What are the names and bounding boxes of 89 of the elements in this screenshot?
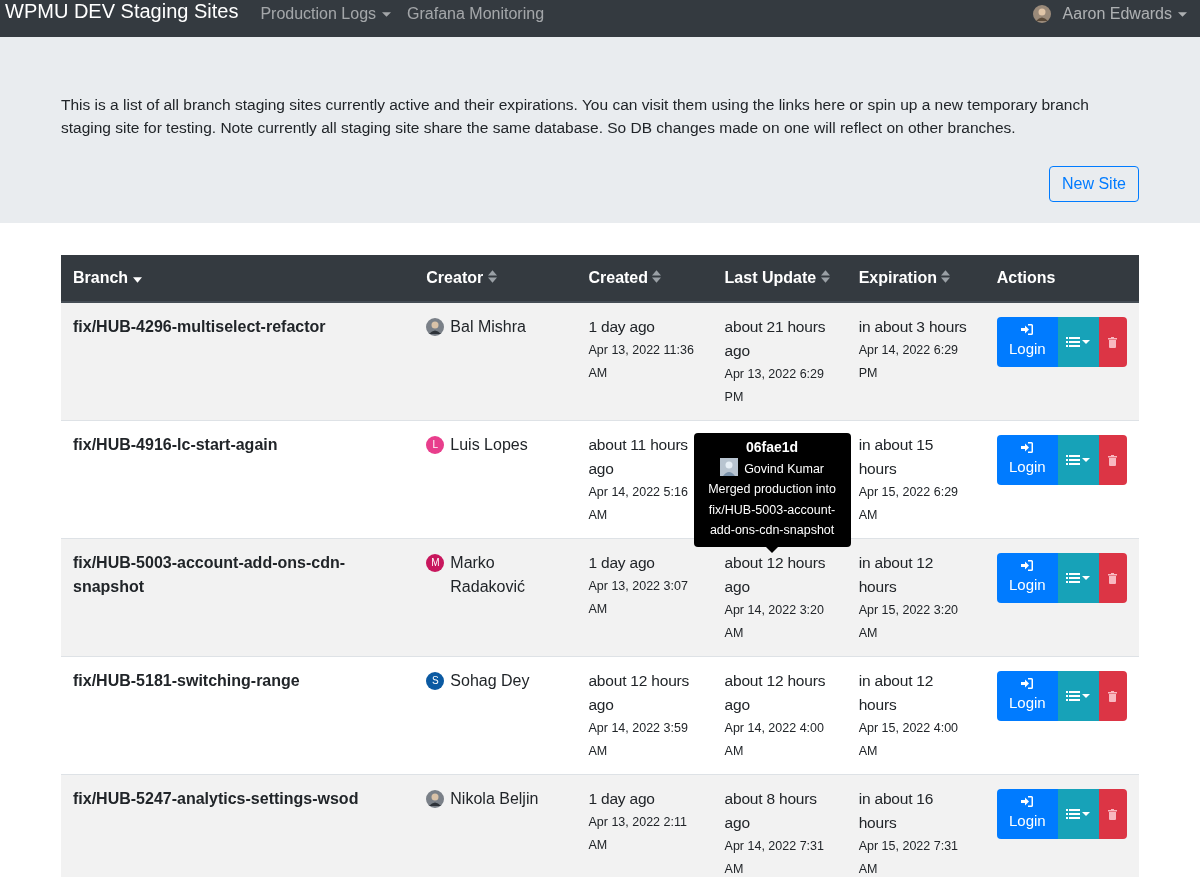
branch-name[interactable]: fix/HUB-5181-switching-range xyxy=(73,669,403,693)
column-header[interactable]: Creator xyxy=(414,255,577,302)
commit-hash: 06fae1d xyxy=(745,438,800,457)
created-date: Apr 14, 2022 5:16 AM xyxy=(588,484,689,524)
brand-title[interactable]: WPMU DEV Staging Sites xyxy=(5,0,239,23)
commit-author: Govind Kumar xyxy=(744,461,825,476)
menu-dropdown-button[interactable] xyxy=(1057,317,1099,367)
list-caret-icon xyxy=(1066,337,1091,347)
updated-date: Apr 14, 2022 3:20 AM xyxy=(724,602,825,642)
branch-name[interactable]: fix/HUB-5247-analytics-settings-wsod xyxy=(73,787,403,811)
created-date: Apr 13, 2022 3:07 AM xyxy=(588,578,689,618)
creator-name: Sohag Dey xyxy=(450,671,530,691)
login-button[interactable]: Login xyxy=(996,671,1058,721)
created-date: Apr 14, 2022 3:59 AM xyxy=(588,720,689,760)
intro-text: This is a list of all branch staging sites currently active and their expirations. You can visit them using the links here or spin up a new temporary branch staging site for testing. Note currently all staging site share the same database. So DB changes made on one will reflect on other branches. xyxy=(61,95,1090,138)
menu-dropdown-button[interactable] xyxy=(1057,553,1099,603)
updated-relative: about 8 hours ago xyxy=(724,789,818,833)
updated-relative: about 21 hours ago xyxy=(724,317,827,361)
menu-dropdown-button[interactable] xyxy=(1057,671,1099,721)
login-icon xyxy=(1021,795,1034,807)
trash-icon xyxy=(1108,454,1118,466)
menu-dropdown-button[interactable] xyxy=(1057,435,1099,485)
expiration-date: Apr 15, 2022 3:20 AM xyxy=(858,602,960,642)
avatar-icon xyxy=(720,457,739,476)
creator-name: Nikola Beljin xyxy=(450,789,539,809)
creator-name: Bal Mishra xyxy=(450,317,526,337)
login-icon xyxy=(1021,677,1034,689)
expiration-relative: in about 12 hours xyxy=(858,671,935,715)
avatar-icon xyxy=(426,790,445,808)
login-button[interactable]: Login xyxy=(996,789,1058,839)
login-icon xyxy=(1021,323,1034,335)
login-button[interactable]: Login xyxy=(996,553,1058,603)
trash-icon xyxy=(1108,336,1118,348)
creator-name: Marko Radaković xyxy=(450,553,526,597)
menu-dropdown-button[interactable] xyxy=(1057,789,1099,839)
expiration-date: Apr 14, 2022 6:29 PM xyxy=(858,342,960,382)
list-caret-icon xyxy=(1066,691,1091,701)
user-menu[interactable]: Aaron Edwards xyxy=(1032,5,1187,23)
login-button[interactable]: Login xyxy=(996,435,1058,485)
login-icon xyxy=(1021,441,1034,453)
updated-relative: about 12 hours ago xyxy=(724,553,827,597)
delete-button[interactable] xyxy=(1098,671,1127,721)
nav-link[interactable]: Grafana Monitoring xyxy=(407,5,545,23)
login-button[interactable]: Login xyxy=(996,317,1058,367)
list-caret-icon xyxy=(1066,573,1091,583)
updated-date: Apr 13, 2022 6:29 PM xyxy=(724,366,825,406)
avatar-letter: S xyxy=(426,672,445,690)
branch-name[interactable]: fix/HUB-4916-lc-start-again xyxy=(73,433,403,457)
updated-date: Apr 14, 2022 4:00 AM xyxy=(724,720,825,760)
trash-icon xyxy=(1108,572,1118,584)
created-date: Apr 13, 2022 11:36 AM xyxy=(588,342,695,382)
updated-relative: about 12 hours ago xyxy=(724,671,827,715)
list-caret-icon xyxy=(1066,809,1091,819)
trash-icon xyxy=(1108,808,1118,820)
created-date: Apr 13, 2022 2:11 AM xyxy=(588,814,688,854)
branch-name[interactable]: fix/HUB-5003-account-add-ons-cdn-snapshot xyxy=(73,551,403,599)
column-header[interactable]: Created xyxy=(576,255,713,302)
login-icon xyxy=(1021,559,1034,571)
delete-button[interactable] xyxy=(1098,789,1127,839)
commit-message: Merged production into fix/HUB-5003-account-add-ons-cdn-snapshot xyxy=(707,481,837,539)
column-header[interactable]: Last Update xyxy=(712,255,847,302)
column-header[interactable]: Expiration xyxy=(846,255,985,302)
list-caret-icon xyxy=(1066,455,1091,465)
delete-button[interactable] xyxy=(1098,317,1127,367)
expiration-date: Apr 15, 2022 4:00 AM xyxy=(858,720,960,760)
created-relative: 1 day ago xyxy=(588,553,656,573)
expiration-relative: in about 16 hours xyxy=(858,789,935,833)
trash-icon xyxy=(1108,690,1118,702)
expiration-date: Apr 15, 2022 7:31 AM xyxy=(858,838,960,877)
created-relative: about 11 hours ago xyxy=(588,435,689,479)
created-relative: about 12 hours ago xyxy=(588,671,691,715)
expiration-relative: in about 3 hours xyxy=(858,317,968,337)
updated-date: Apr 14, 2022 7:31 AM xyxy=(724,838,825,877)
expiration-relative: in about 12 hours xyxy=(858,553,935,597)
expiration-relative: in about 15 hours xyxy=(858,435,935,479)
created-relative: 1 day ago xyxy=(588,317,656,337)
expiration-date: Apr 15, 2022 6:29 AM xyxy=(858,484,960,524)
column-header[interactable]: Actions xyxy=(984,255,1139,302)
creator-name: Luis Lopes xyxy=(450,435,528,455)
avatar-icon xyxy=(426,318,445,336)
delete-button[interactable] xyxy=(1098,553,1127,603)
avatar-letter: L xyxy=(426,436,445,454)
delete-button[interactable] xyxy=(1098,435,1127,485)
nav-link[interactable]: Production Logs xyxy=(260,5,392,23)
column-header[interactable]: Branch xyxy=(61,255,415,302)
branch-name[interactable]: fix/HUB-4296-multiselect-refactor xyxy=(73,315,403,339)
avatar-letter: M xyxy=(426,554,445,572)
avatar-icon xyxy=(1032,5,1051,23)
created-relative: 1 day ago xyxy=(588,789,656,809)
